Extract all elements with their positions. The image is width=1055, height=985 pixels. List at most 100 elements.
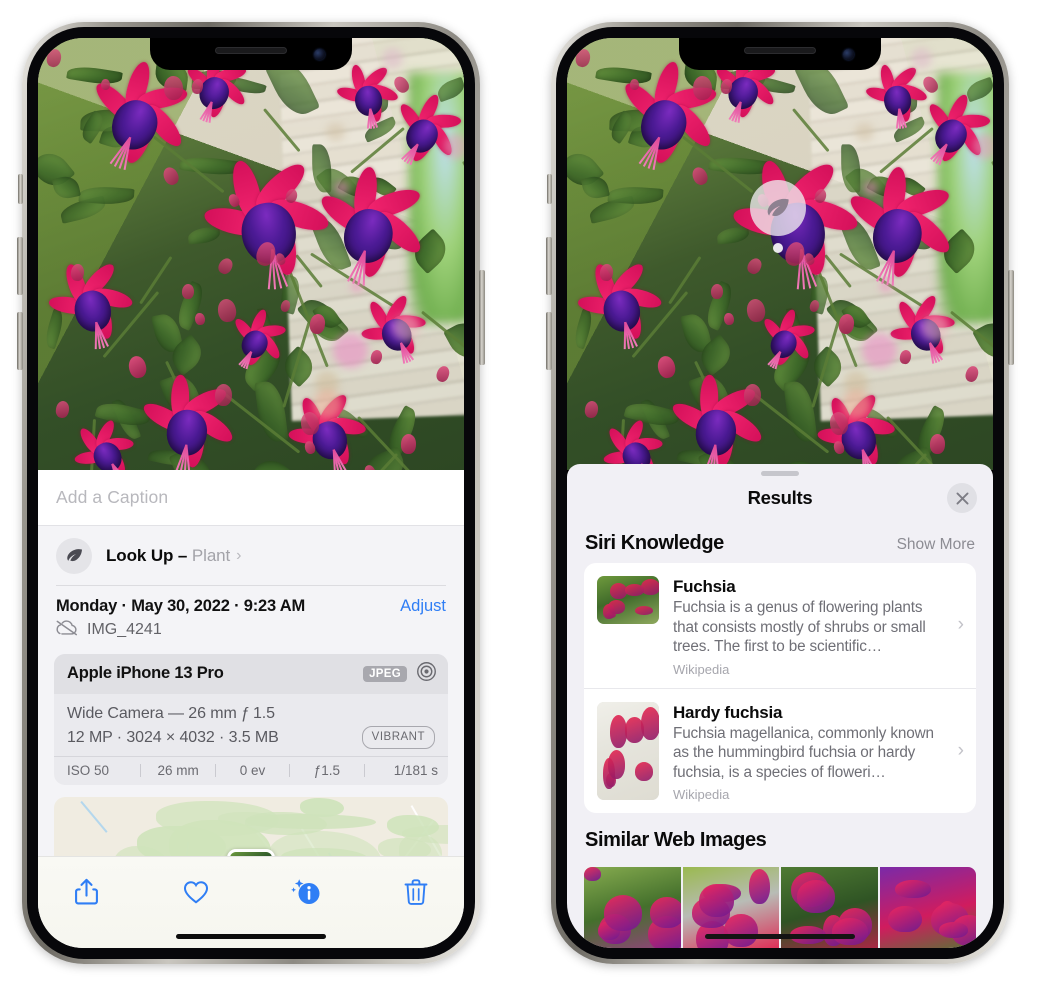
thumbnail-flower — [748, 868, 771, 905]
photo-bud — [630, 78, 640, 91]
earpiece-speaker — [215, 47, 287, 54]
exif-shutter: 1/181 s — [393, 762, 439, 778]
filename: IMG_4241 — [87, 621, 162, 638]
thumbnail-flower — [607, 599, 626, 615]
adjust-button[interactable]: Adjust — [400, 597, 446, 616]
photo-bud — [400, 434, 417, 455]
camera-metadata-card: Apple iPhone 13 Pro JPEG Wide Camera — 2… — [54, 653, 448, 785]
photo-bokeh — [335, 180, 349, 195]
photo-bokeh — [973, 133, 993, 159]
photo-flower — [669, 362, 768, 470]
iphone-left: Add a Caption ✦ ✦ Look Up – Plant › — [17, 22, 485, 964]
format-badge: JPEG — [363, 665, 407, 682]
front-camera-icon — [314, 49, 325, 60]
lens-line-row: Wide Camera — 26 mm ƒ 1.5 — [67, 702, 435, 726]
thumbnail-flower — [698, 883, 735, 917]
look-up-row[interactable]: ✦ ✦ Look Up – Plant › — [38, 526, 464, 585]
size-line: 12 MP · 3024 × 4032 · 3.5 MB — [67, 728, 279, 746]
look-up-subject: Plant — [191, 545, 231, 565]
close-icon[interactable] — [947, 483, 977, 513]
trash-icon[interactable] — [394, 871, 438, 913]
photo-bokeh — [861, 332, 898, 369]
map-waterway — [80, 800, 108, 833]
volume-up-button-left[interactable] — [17, 237, 23, 295]
thumbnail-flower — [604, 895, 643, 931]
photo-viewer[interactable] — [38, 38, 464, 470]
photo-bokeh — [326, 122, 345, 142]
web-image-thumbnail[interactable] — [584, 867, 681, 948]
chevron-right-icon: › — [957, 739, 964, 761]
siri-knowledge-header: Siri Knowledge Show More — [567, 520, 993, 563]
photo-bud — [692, 75, 713, 101]
list-item[interactable]: Fuchsia Fuchsia is a genus of flowering … — [584, 563, 976, 688]
share-icon[interactable] — [64, 871, 108, 913]
photo-bokeh — [332, 332, 369, 369]
results-sheet: Results Siri Knowledge Show More Fuchsia… — [567, 464, 993, 948]
photo-viewer-right[interactable] — [567, 38, 993, 470]
filename-row: IMG_4241 — [38, 616, 464, 641]
look-up-prefix: Look Up – — [106, 545, 192, 565]
thumbnail-flower — [584, 867, 602, 881]
web-image-thumbnail[interactable] — [879, 867, 976, 948]
volume-down-button-left[interactable] — [17, 312, 23, 370]
heart-icon[interactable] — [174, 871, 218, 913]
iphone-right: Results Siri Knowledge Show More Fuchsia… — [546, 22, 1014, 964]
cloud-slash-icon — [56, 619, 78, 641]
exif-row: ISO 50 26 mm 0 ev ƒ1.5 1/181 s — [54, 755, 448, 785]
mute-switch-left[interactable] — [18, 174, 23, 204]
chevron-right-icon: › — [957, 614, 964, 636]
thumbnail-flower — [724, 914, 758, 947]
thumbnail-flower — [938, 921, 969, 938]
power-button-left[interactable] — [479, 270, 485, 365]
result-description: Fuchsia is a genus of flowering plants t… — [673, 599, 926, 656]
thumbnail-flower — [832, 918, 868, 945]
metadata-badges: JPEG — [363, 661, 437, 687]
list-item[interactable]: Hardy fuchsia Fuchsia magellanica, commo… — [584, 687, 976, 814]
photo-bokeh — [855, 122, 874, 142]
leaf-icon — [56, 537, 92, 574]
device-name: Apple iPhone 13 Pro — [67, 664, 224, 682]
result-text: Hardy fuchsia Fuchsia magellanica, commo… — [659, 702, 963, 803]
visual-lookup-leaf-icon[interactable] — [750, 180, 806, 236]
screenshot-canvas: Add a Caption ✦ ✦ Look Up – Plant › — [0, 0, 1055, 985]
thumbnail-flower — [634, 605, 653, 616]
similar-web-images-title: Similar Web Images — [585, 829, 767, 852]
power-button-right[interactable] — [1008, 270, 1014, 365]
thumbnail-flower — [607, 750, 626, 780]
siri-knowledge-card: Fuchsia Fuchsia is a genus of flowering … — [584, 563, 976, 814]
home-indicator-left[interactable] — [176, 934, 326, 939]
results-title: Results — [747, 487, 813, 508]
screen-right: Results Siri Knowledge Show More Fuchsia… — [567, 38, 993, 948]
map-green-area — [386, 814, 439, 838]
aperture-icon[interactable] — [416, 661, 437, 687]
mute-switch-right[interactable] — [547, 174, 552, 204]
show-more-button[interactable]: Show More — [897, 536, 975, 554]
earpiece-speaker — [744, 47, 816, 54]
caption-placeholder: Add a Caption — [56, 487, 169, 507]
photo-bokeh — [864, 180, 878, 195]
visual-lookup-anchor-dot — [773, 243, 783, 253]
volume-down-button-right[interactable] — [546, 312, 552, 370]
chevron-right-icon: › — [236, 546, 242, 564]
result-title: Hardy fuchsia — [673, 702, 783, 722]
photo-bud — [929, 434, 946, 455]
caption-field-row[interactable]: Add a Caption — [38, 470, 464, 526]
volume-up-button-right[interactable] — [546, 237, 552, 295]
capture-date-row: Monday · May 30, 2022 · 9:23 AM Adjust — [38, 586, 464, 616]
result-thumbnail — [597, 576, 659, 624]
photo-flower — [43, 247, 136, 349]
metadata-header: Apple iPhone 13 Pro JPEG — [54, 653, 448, 694]
exif-focal: 26 mm — [157, 762, 199, 778]
thumbnail-flower — [634, 762, 653, 782]
lens-line: Wide Camera — 26 mm ƒ 1.5 — [67, 704, 275, 722]
thumbnail-flower — [624, 583, 645, 597]
exif-aperture: ƒ1.5 — [313, 762, 341, 778]
home-indicator-right[interactable] — [705, 934, 855, 939]
photo-bokeh — [444, 133, 464, 159]
info-sparkle-icon[interactable] — [284, 871, 328, 913]
metadata-lines: Wide Camera — 26 mm ƒ 1.5 12 MP · 3024 ×… — [54, 694, 448, 756]
thumbnail-flower — [797, 880, 836, 914]
similar-web-images-header: Similar Web Images — [567, 813, 993, 858]
front-camera-icon — [843, 49, 854, 60]
result-description: Fuchsia magellanica, commonly known as t… — [673, 724, 934, 781]
